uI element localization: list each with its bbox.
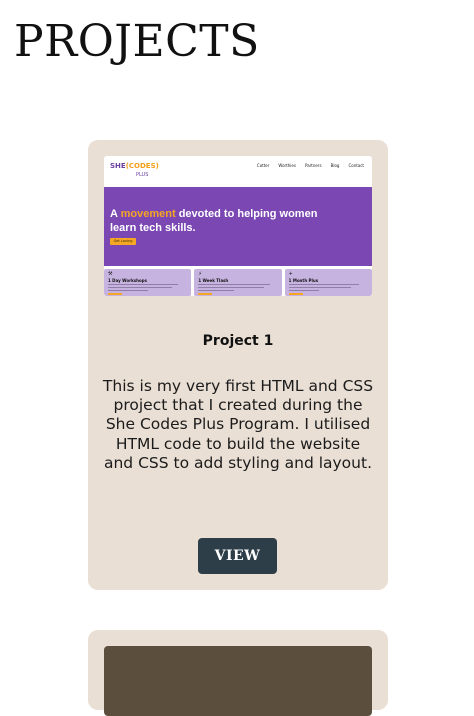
thumbnail-logo-codes: (CODES) (125, 162, 159, 170)
thumbnail-feature-text-line (198, 284, 271, 285)
thumbnail-feature-title: 1 Week Tlash (198, 278, 229, 283)
plus-icon: + (288, 271, 293, 277)
thumbnail-feature-text-line (108, 287, 172, 288)
project-thumbnail (104, 646, 372, 716)
thumbnail-feature-title: 1 Day Workshops (108, 278, 147, 283)
thumbnail-feature-text-line (108, 284, 178, 285)
lightning-icon: ⚡ (198, 271, 202, 277)
thumbnail-feature-bar (198, 293, 213, 295)
thumbnail-nav-link: Partners (304, 163, 322, 168)
thumbnail-feature-text-line (198, 290, 235, 291)
thumbnail-nav-links: Cotter Worthies Partners Blog Contact (257, 163, 364, 168)
thumbnail-feature-text-line (288, 287, 351, 288)
project-thumbnail: SHE(CODES) PLUS Cotter Worthies Partners… (104, 156, 372, 296)
thumbnail-nav-link: Cotter (256, 163, 270, 168)
thumbnail-nav-link: Worthies (278, 163, 296, 168)
thumbnail-feature-bar (288, 293, 303, 295)
project-title: Project 1 (202, 333, 274, 349)
project-card (88, 630, 388, 716)
thumbnail-nav-link: Contact (348, 163, 364, 168)
thumbnail-hero-text: A movement devoted to helping women lear… (110, 207, 330, 235)
thumbnail-hero-prefix: A (110, 208, 118, 220)
thumbnail-nav-link: Blog (330, 163, 340, 168)
thumbnail-feature-card: ⚡ 1 Week Tlash (194, 269, 282, 296)
thumbnail-hero-button: Get Loving (110, 238, 136, 245)
thumbnail-navbar: SHE(CODES) PLUS Cotter Worthies Partners… (104, 156, 372, 186)
thumbnail-feature-bar (108, 293, 122, 295)
thumbnail-hero-accent: movement (120, 208, 176, 220)
thumbnail-feature-title: 1 Month Plus (288, 278, 319, 283)
view-project-button[interactable]: VIEW (198, 538, 277, 574)
thumbnail-feature-cards: ⚒ 1 Day Workshops ⚡ 1 Week Tlash + 1 Mon… (104, 269, 372, 296)
thumbnail-feature-card: + 1 Month Plus (284, 269, 372, 296)
page-title: PROJECTS (14, 16, 260, 67)
thumbnail-logo: SHE(CODES) (110, 163, 159, 170)
tools-icon: ⚒ (108, 271, 113, 277)
thumbnail-logo-plus: PLUS (136, 172, 149, 178)
project-description: This is my very first HTML and CSS proje… (102, 377, 374, 472)
thumbnail-feature-text-line (108, 290, 148, 291)
thumbnail-hero: A movement devoted to helping women lear… (104, 187, 372, 266)
thumbnail-feature-text-line (288, 290, 319, 291)
thumbnail-feature-card: ⚒ 1 Day Workshops (104, 269, 192, 296)
thumbnail-feature-text-line (198, 287, 265, 288)
thumbnail-feature-text-line (288, 284, 359, 285)
project-card: SHE(CODES) PLUS Cotter Worthies Partners… (88, 140, 388, 590)
thumbnail-logo-she: SHE (110, 162, 126, 170)
